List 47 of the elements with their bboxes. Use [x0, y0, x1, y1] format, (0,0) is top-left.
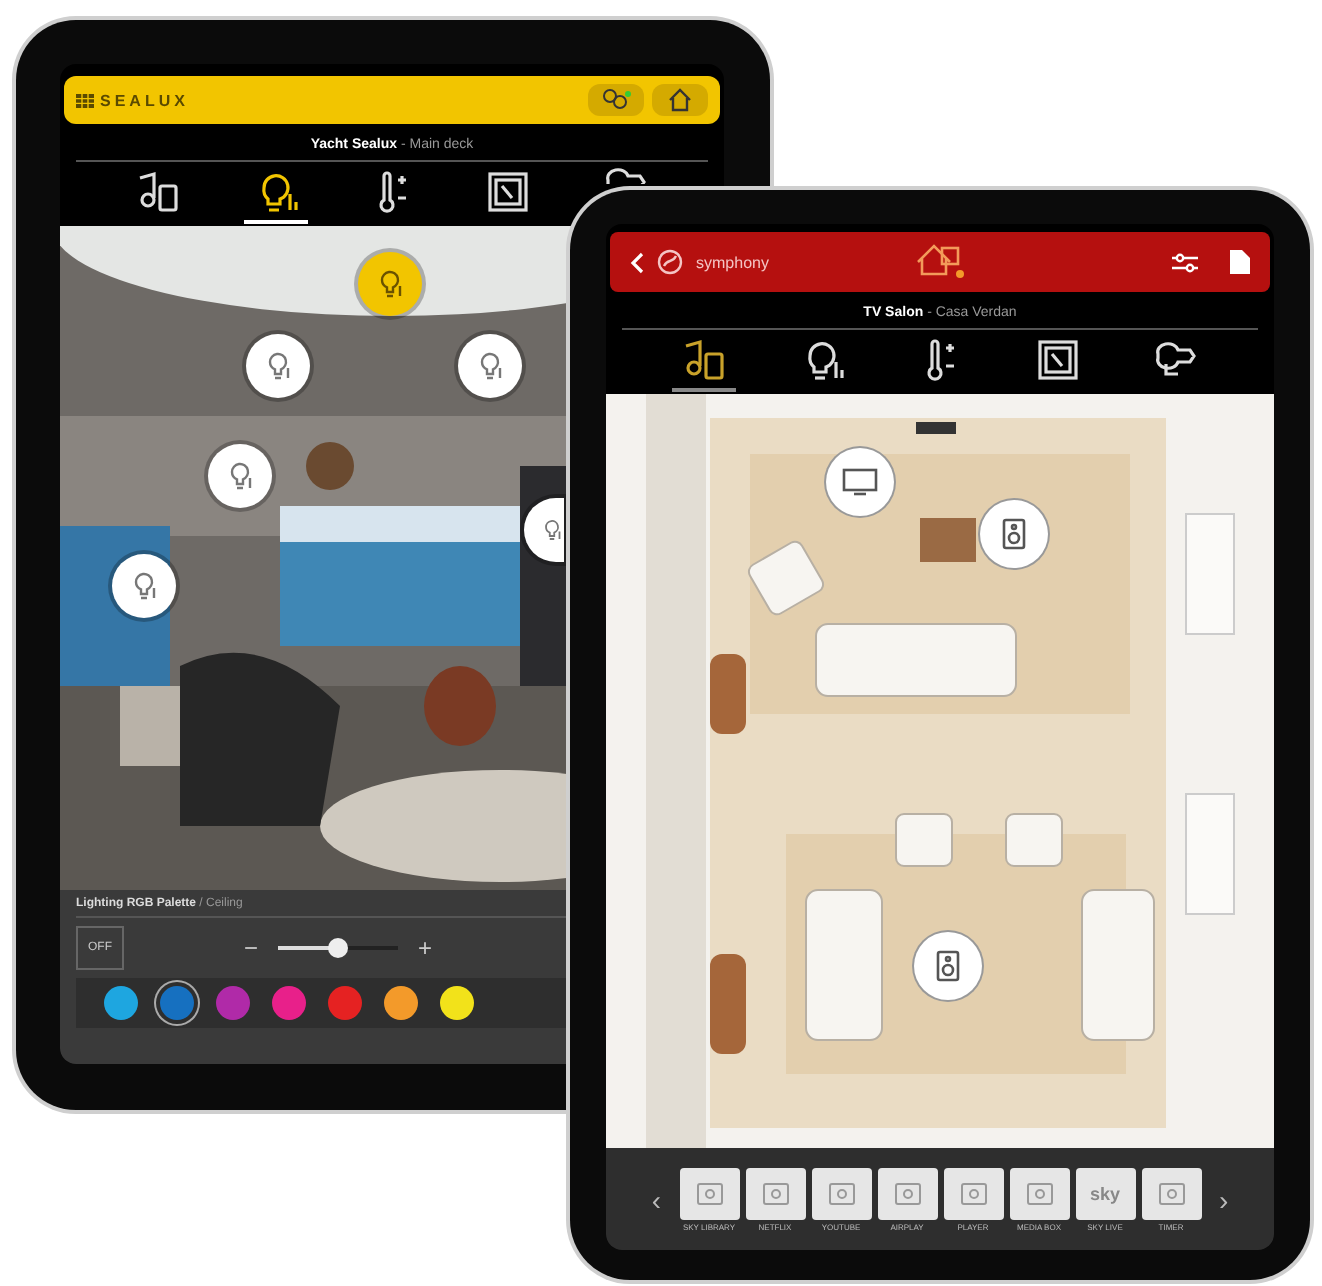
source-icon: [959, 1181, 987, 1205]
media-icon: [680, 338, 729, 382]
shade-icon: [484, 170, 533, 214]
brand-name: SEALUX: [100, 91, 189, 109]
speaker-icon: [936, 950, 960, 982]
source-tile[interactable]: [679, 1167, 739, 1219]
tv-icon: [842, 468, 878, 496]
home-icon: [668, 88, 692, 112]
home-icon: [914, 242, 966, 282]
color-swatch[interactable]: [216, 986, 250, 1020]
home-button[interactable]: [652, 84, 708, 116]
slider-thumb[interactable]: [328, 938, 349, 958]
brand-name: symphony: [696, 253, 769, 271]
settings-icon[interactable]: [1172, 251, 1198, 273]
bulbs-icon: [600, 88, 632, 112]
logo-icon: [76, 93, 94, 107]
document-icon[interactable]: [1230, 250, 1250, 274]
source-icon: [893, 1181, 921, 1205]
source-tile[interactable]: [877, 1167, 937, 1219]
source-icon: [761, 1181, 789, 1205]
logo-icon: [656, 248, 684, 276]
color-swatch[interactable]: [104, 986, 138, 1020]
media-icon: [134, 170, 183, 214]
source-tile[interactable]: [811, 1167, 871, 1219]
color-swatch[interactable]: [272, 986, 306, 1020]
scenes-button[interactable]: [588, 84, 644, 116]
next-button[interactable]: ›: [1207, 1183, 1241, 1215]
color-swatch[interactable]: [328, 986, 362, 1020]
source-tile[interactable]: [1141, 1167, 1201, 1219]
color-swatch[interactable]: [440, 986, 474, 1020]
plus-button[interactable]: +: [418, 934, 433, 962]
minus-button[interactable]: −: [244, 934, 259, 962]
shade-icon: [1033, 338, 1082, 382]
source-tile[interactable]: [1009, 1167, 1069, 1219]
previous-button[interactable]: ‹: [639, 1183, 673, 1215]
color-swatch[interactable]: [160, 986, 194, 1020]
source-icon: [1025, 1181, 1053, 1205]
source-icon: [695, 1181, 723, 1205]
source-tile[interactable]: [943, 1167, 1003, 1219]
source-icon: [1157, 1181, 1185, 1205]
source-tile[interactable]: [745, 1167, 805, 1219]
color-swatch[interactable]: [384, 986, 418, 1020]
source-logo: sky: [1089, 1183, 1121, 1203]
speaker-icon: [1002, 518, 1026, 550]
bulb-icon: [540, 514, 564, 546]
source-icon: [827, 1181, 855, 1205]
back-icon: [630, 251, 644, 273]
